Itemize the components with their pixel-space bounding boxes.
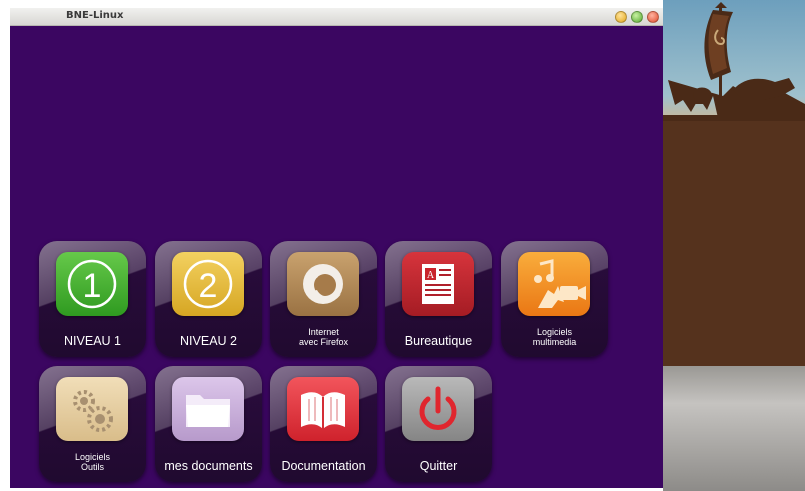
tile-label-line1: Logiciels [536,327,573,337]
svg-text:A: A [427,270,435,281]
wallpaper-viking-ship-silhouette [663,2,805,121]
wallpaper-sea [663,366,805,491]
multimedia-icon [518,252,590,316]
tile-label: Bureautique [404,334,473,348]
title-bar[interactable]: BNE-Linux [10,8,663,26]
tile-quitter[interactable]: Quitter [385,366,492,482]
number-two-icon: 2 [172,252,244,316]
desktop-wallpaper [663,0,805,491]
tile-label: Logiciels multimedia [501,327,608,347]
tile-documentation[interactable]: Documentation [270,366,377,482]
power-icon [402,377,474,441]
screen: BNE-Linux 1 NIVEAU 1 2 NIVEAU 2 Internet… [0,0,805,491]
tile-label: NIVEAU 2 [180,334,237,348]
tile-label-line1: Internet [308,327,339,337]
tile-label-line1: Logiciels [74,452,111,462]
svg-text:2: 2 [199,267,218,305]
document-icon: A [402,252,474,316]
tile-documents[interactable]: mes documents [155,366,262,482]
folder-icon [172,377,244,441]
window-title: BNE-Linux [66,10,124,21]
tile-label: Internet avec Firefox [270,327,377,347]
svg-text:1: 1 [83,267,102,305]
number-one-icon: 1 [56,252,128,316]
tile-internet[interactable]: Internet avec Firefox [270,241,377,357]
maximize-button[interactable] [631,11,643,23]
tile-label-line2: multimedia [532,337,577,347]
tile-multimedia[interactable]: Logiciels multimedia [501,241,608,357]
tile-label-line2: avec Firefox [298,337,349,347]
tile-label: Documentation [281,459,366,473]
firefox-icon [287,252,359,316]
close-button[interactable] [647,11,659,23]
app-window: BNE-Linux 1 NIVEAU 1 2 NIVEAU 2 Internet… [10,8,663,488]
book-icon [287,377,359,441]
tile-label-line2: Outils [80,462,104,472]
wallpaper-ground [663,118,805,368]
tile-bureautique[interactable]: A Bureautique [385,241,492,357]
gears-icon [56,377,128,441]
tile-label: Logiciels Outils [39,452,146,472]
tile-outils[interactable]: Logiciels Outils [39,366,146,482]
tile-niveau-1[interactable]: 1 NIVEAU 1 [39,241,146,357]
tile-niveau-2[interactable]: 2 NIVEAU 2 [155,241,262,357]
tile-label: Quitter [419,459,458,473]
minimize-button[interactable] [615,11,627,23]
tile-label: mes documents [164,459,253,473]
tile-label: NIVEAU 1 [64,334,121,348]
